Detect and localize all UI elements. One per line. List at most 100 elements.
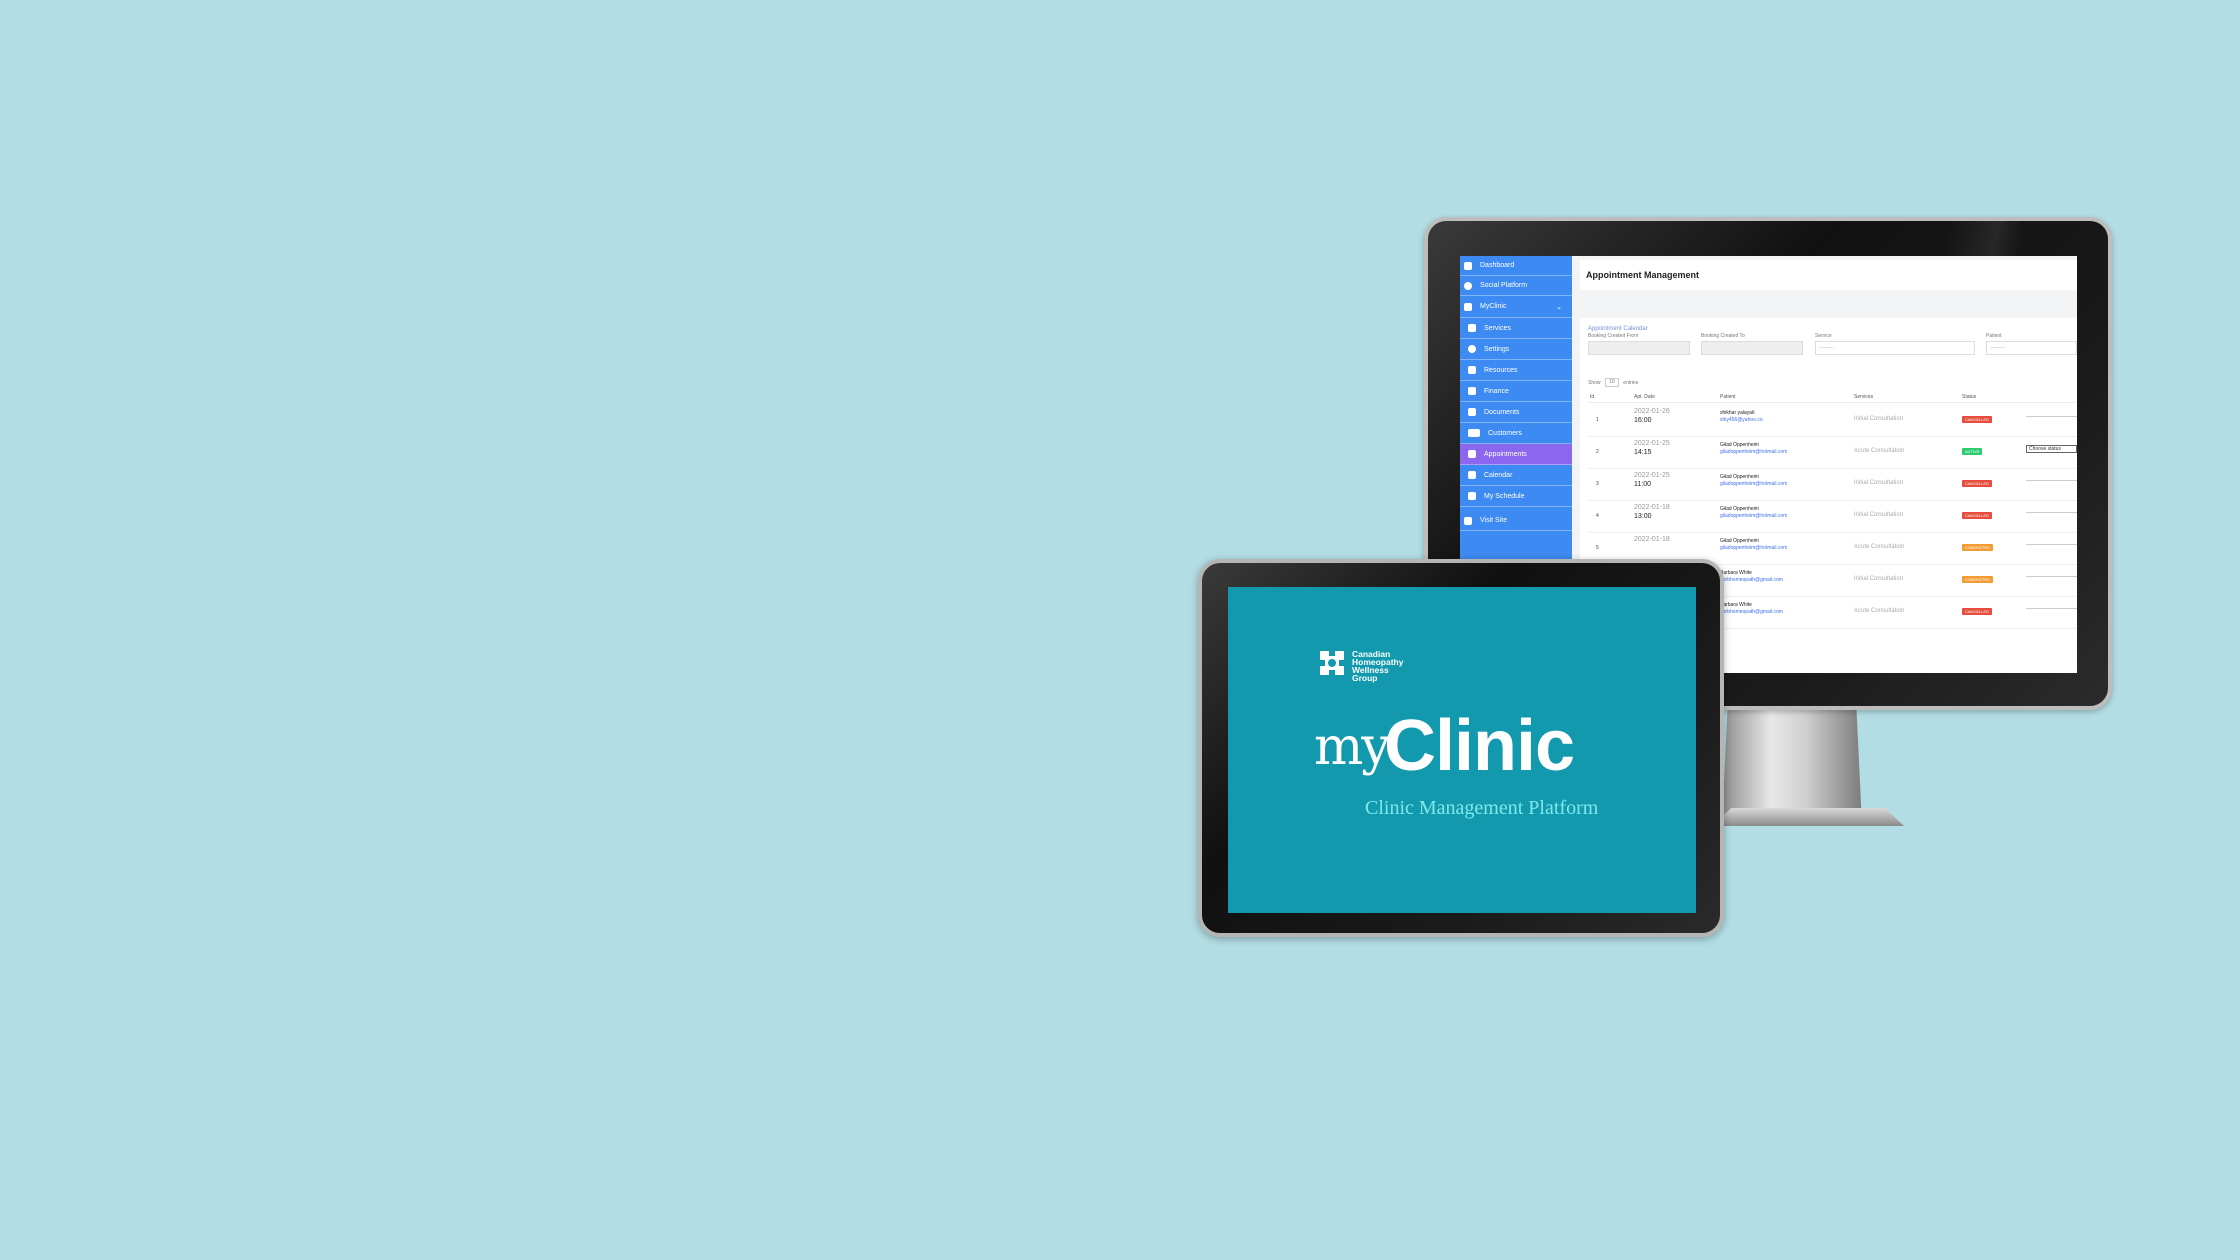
- folder-icon: [1468, 408, 1476, 416]
- status-badge: ACTIVE: [1962, 448, 1983, 455]
- sidebar-item-label: Social Platform: [1480, 282, 1528, 289]
- column-header-status[interactable]: Status: [1962, 394, 1976, 400]
- filter-patient: Patient ---------: [1986, 333, 2077, 355]
- sidebar-item-resources[interactable]: Resources: [1460, 360, 1572, 381]
- sidebar-item-label: Services: [1484, 324, 1511, 332]
- globe-icon: [1464, 281, 1472, 290]
- column-header-services[interactable]: Services: [1854, 394, 1873, 400]
- table-row[interactable]: 1 2022-01-26 16:00 shikhar yalayati shiy…: [1588, 404, 2077, 437]
- sidebar-item-settings[interactable]: Settings: [1460, 339, 1572, 360]
- sidebar-item-label: Calendar: [1484, 471, 1513, 479]
- row-patient: Gilad Oppenheim: [1720, 506, 1759, 512]
- filter-label: Patient: [1986, 333, 2002, 339]
- row-action-placeholder: [2026, 608, 2077, 609]
- row-id: 1: [1596, 417, 1599, 423]
- row-email[interactable]: giladoppenheim@hotmail.com: [1720, 545, 1787, 551]
- sidebar-item-calendar[interactable]: Calendar: [1460, 465, 1572, 486]
- status-badge: CANCELLED: [1962, 416, 1993, 423]
- row-id: 3: [1596, 481, 1599, 487]
- monitor-stand-neck: [1722, 707, 1862, 825]
- booking-from-input[interactable]: [1588, 341, 1690, 355]
- row-action-placeholder: [2026, 512, 2077, 513]
- logo-tagline: Clinic Management Platform: [1365, 797, 1599, 819]
- brand-logo-icon: [1320, 651, 1344, 675]
- sidebar-item-myclinic[interactable]: MyClinic ⌄: [1460, 296, 1572, 318]
- filter-booking-from: Booking Created From: [1588, 333, 1690, 355]
- table-row[interactable]: 3 2022-01-25 11:00 Gilad Oppenheim gilad…: [1588, 468, 2077, 501]
- row-action-placeholder: [2026, 576, 2077, 577]
- sidebar-item-customers[interactable]: Customers: [1460, 423, 1572, 444]
- row-email[interactable]: giladoppenheim@hotmail.com: [1720, 513, 1787, 519]
- row-service: Acute Consultation: [1854, 608, 1905, 614]
- row-patient: Barbara White: [1720, 602, 1752, 608]
- table-row[interactable]: 2 2022-01-25 14:15 Gilad Oppenheim gilad…: [1588, 436, 2077, 469]
- sidebar-item-label: My Schedule: [1484, 492, 1525, 500]
- sidebar-item-appointments[interactable]: Appointments: [1460, 444, 1572, 465]
- sidebar-item-finance[interactable]: Finance: [1460, 381, 1572, 402]
- table-row[interactable]: 4 2022-01-18 13:00 Gilad Oppenheim gilad…: [1588, 500, 2077, 533]
- schedule-icon: [1468, 492, 1476, 500]
- sidebar-item-label: Customers: [1488, 429, 1522, 437]
- sidebar-item-label: Dashboard: [1480, 262, 1515, 269]
- sidebar-item-documents[interactable]: Documents: [1460, 402, 1572, 423]
- row-service: Initial Consultation: [1854, 416, 1904, 422]
- tablet-frame: Canadian Homeopathy Wellness Group my Cl…: [1198, 559, 1724, 937]
- status-badge: CANCELLED: [1962, 512, 1993, 519]
- service-select[interactable]: ---------: [1815, 341, 1975, 355]
- calendar-check-icon: [1468, 450, 1476, 458]
- row-service: Initial Consultation: [1854, 576, 1904, 582]
- row-time: 13:00: [1634, 513, 1652, 520]
- row-email[interactable]: shiy456@yahoo.co: [1720, 417, 1763, 423]
- filter-booking-to: Booking Created To: [1701, 333, 1803, 355]
- row-patient: Gilad Oppenheim: [1720, 538, 1759, 544]
- sidebar-item-my-schedule[interactable]: My Schedule: [1460, 486, 1572, 507]
- column-header-patient[interactable]: Patient: [1720, 394, 1736, 400]
- column-header-date[interactable]: Apt. Date: [1634, 394, 1655, 400]
- logo-clinic: Clinic: [1384, 706, 1575, 786]
- dashboard-icon: [1464, 261, 1472, 270]
- table-header: Id Apt. Date Patient Services Status: [1588, 392, 2077, 403]
- tablet-screen: Canadian Homeopathy Wellness Group my Cl…: [1228, 587, 1696, 913]
- page-title: Appointment Management: [1586, 270, 1700, 280]
- sidebar-item-services[interactable]: Services: [1460, 318, 1572, 339]
- row-action-placeholder: [2026, 416, 2077, 417]
- sidebar-item-label: Visit Site: [1480, 517, 1508, 524]
- row-time: 14:15: [1634, 449, 1652, 456]
- row-email[interactable]: barbhomeopath@gmail.com: [1720, 609, 1783, 615]
- sidebar-item-label: Settings: [1484, 345, 1510, 353]
- users-icon: [1468, 429, 1480, 437]
- booking-to-input[interactable]: [1701, 341, 1803, 355]
- sidebar-item-label: Resources: [1484, 366, 1518, 374]
- status-badge: CANCELLED: [1962, 480, 1993, 487]
- row-action-placeholder: [2026, 480, 2077, 481]
- monitor-glare: [1948, 221, 2068, 261]
- sidebar-item-dashboard[interactable]: Dashboard: [1460, 256, 1572, 276]
- row-date: 2022-01-26: [1634, 408, 1670, 415]
- row-patient: Gilad Oppenheim: [1720, 474, 1759, 480]
- column-header-id[interactable]: Id: [1590, 394, 1594, 400]
- row-service: Initial Consultation: [1854, 480, 1904, 486]
- brand-name: Canadian Homeopathy Wellness Group: [1352, 650, 1422, 683]
- chevron-down-icon: ⌄: [1556, 303, 1562, 311]
- status-badge: COMPLETED: [1962, 544, 1993, 551]
- clinic-icon: [1464, 302, 1472, 311]
- row-service: Acute Consultation: [1854, 544, 1905, 550]
- sidebar-item-social-platform[interactable]: Social Platform: [1460, 276, 1572, 296]
- row-email[interactable]: giladoppenheim@hotmail.com: [1720, 481, 1787, 487]
- sidebar-item-label: Finance: [1484, 387, 1509, 395]
- row-email[interactable]: barbhomeopath@gmail.com: [1720, 577, 1783, 583]
- row-time: 16:00: [1634, 417, 1652, 424]
- row-date: 2022-01-25: [1634, 472, 1670, 479]
- filter-label: Booking Created From: [1588, 333, 1639, 339]
- sidebar-item-label: MyClinic: [1480, 303, 1507, 310]
- patient-select[interactable]: ---------: [1986, 341, 2077, 355]
- status-badge: CANCELLED: [1962, 608, 1993, 615]
- sidebar-item-visit-site[interactable]: Visit Site: [1460, 511, 1572, 531]
- monitor-stand-base: [1712, 808, 1904, 826]
- finance-icon: [1468, 387, 1476, 395]
- brand-line: Group: [1352, 673, 1378, 683]
- entries-select[interactable]: 10: [1604, 378, 1619, 387]
- row-service: Initial Consultation: [1854, 512, 1904, 518]
- row-email[interactable]: giladoppenheim@hotmail.com: [1720, 449, 1787, 455]
- status-select[interactable]: Choose status: [2026, 445, 2077, 453]
